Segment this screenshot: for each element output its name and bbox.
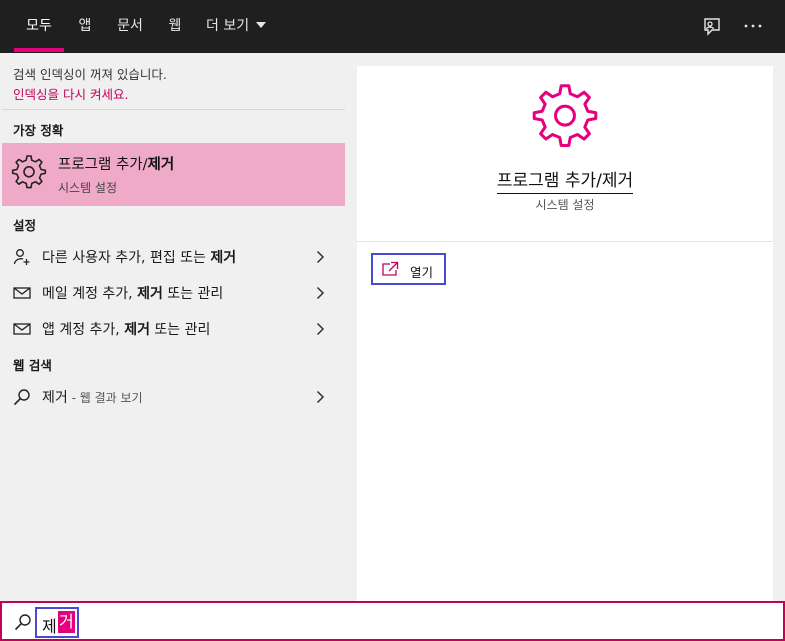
caret-down-icon [256,22,267,28]
web-search-item[interactable]: 제거 - 웹 결과 보기 [2,379,345,413]
best-match-item[interactable]: 프로그램 추가/제거 시스템 설정 [2,143,345,206]
chevron-right-icon [316,322,325,336]
tab-all[interactable]: 모두 [14,0,64,53]
results-pane: 검색 인덱싱이 꺼져 있습니다. 인덱싱을 다시 켜세요. 가장 정확 프로그램… [2,53,345,601]
search-bar[interactable]: 제 거 [0,601,785,641]
feedback-icon[interactable] [699,14,723,38]
chevron-right-icon [316,286,325,300]
settings-item-label: 앱 계정 추가, 제거 또는 관리 [42,322,211,338]
settings-item-label: 다른 사용자 추가, 편집 또는 제거 [42,250,237,266]
preview-pane: 프로그램 추가/제거 시스템 설정 열기 [357,66,773,601]
settings-item-mail-accounts[interactable]: 메일 계정 추가, 제거 또는 관리 [2,275,345,309]
top-bar: 모두 앱 문서 웹 더 보기 [0,0,785,53]
tab-more[interactable]: 더 보기 [206,0,272,53]
more-icon[interactable] [741,14,765,38]
best-match-heading: 가장 정확 [13,123,64,138]
preview-title[interactable]: 프로그램 추가/제거 [357,166,773,194]
tab-documents[interactable]: 문서 [112,0,148,53]
open-button[interactable]: 열기 [371,253,446,285]
gear-icon [532,84,598,147]
tab-web[interactable]: 웹 [164,0,186,53]
settings-item-other-users[interactable]: 다른 사용자 추가, 편집 또는 제거 [2,239,345,273]
person-add-icon [13,249,30,265]
query-composing-text: 거 [58,611,75,633]
best-match-subtitle: 시스템 설정 [58,181,118,195]
gear-icon [11,155,47,189]
reindex-link[interactable]: 인덱싱을 다시 켜세요. [13,84,128,103]
best-match-title: 프로그램 추가/제거 [58,157,175,173]
mail-icon [13,323,31,335]
web-search-label: 제거 - 웹 결과 보기 [42,390,143,406]
open-external-icon [382,261,399,276]
chevron-right-icon [316,250,325,264]
settings-heading: 설정 [13,218,37,233]
search-icon [14,614,31,631]
query-text: 제 [42,617,57,636]
divider [357,241,773,242]
tab-apps[interactable]: 앱 [74,0,96,53]
search-input[interactable]: 제 거 [35,607,79,638]
mail-icon [13,287,31,299]
tab-more-label: 더 보기 [206,18,250,34]
open-label: 열기 [410,265,434,280]
settings-item-label: 메일 계정 추가, 제거 또는 관리 [42,286,224,302]
preview-subtitle: 시스템 설정 [535,198,595,212]
index-notice: 검색 인덱싱이 꺼져 있습니다. [13,67,167,82]
search-icon [13,389,30,406]
settings-item-app-accounts[interactable]: 앱 계정 추가, 제거 또는 관리 [2,311,345,345]
chevron-right-icon [316,390,325,404]
web-search-heading: 웹 검색 [13,358,52,373]
divider [2,109,345,110]
